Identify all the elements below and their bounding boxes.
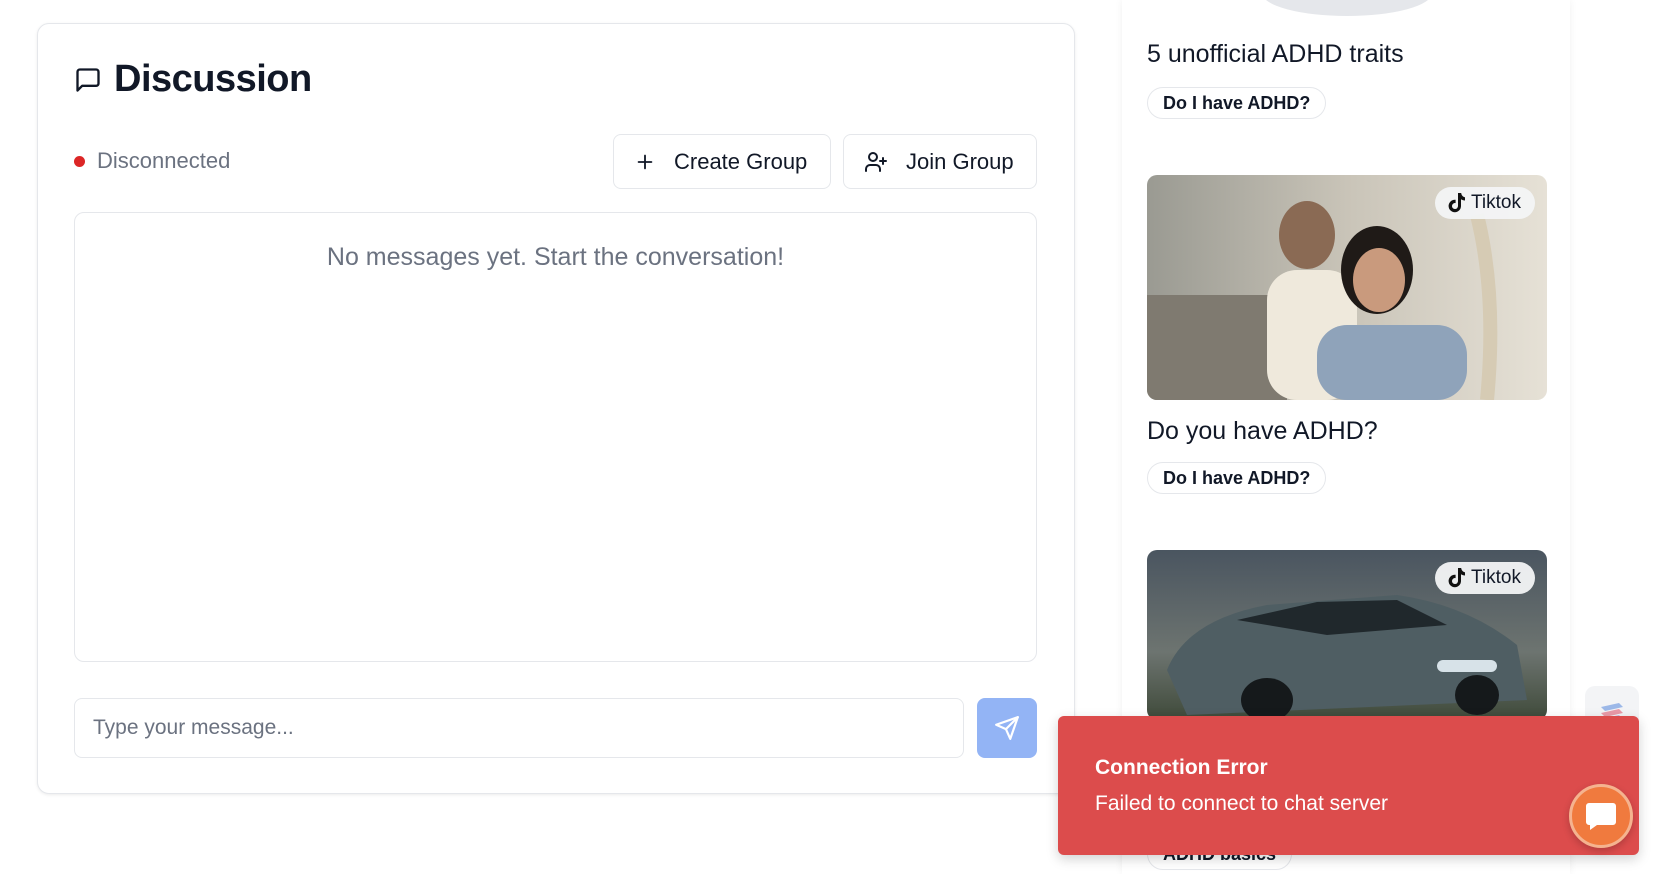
feed-item-tag[interactable]: Do I have ADHD? <box>1147 87 1327 119</box>
toast-title: Connection Error <box>1095 756 1268 779</box>
chat-launcher-button[interactable] <box>1569 784 1633 848</box>
join-group-label: Join Group <box>906 148 1014 174</box>
page-title: Discussion <box>114 58 312 100</box>
connection-status: Disconnected <box>74 148 230 174</box>
message-list[interactable]: No messages yet. Start the conversation! <box>74 212 1037 662</box>
plus-icon <box>637 154 653 169</box>
create-group-button[interactable]: Create Group <box>613 134 831 189</box>
feed-item-title[interactable]: 5 unofficial ADHD traits <box>1147 40 1404 69</box>
feed-item-thumbnail[interactable]: Tiktok <box>1147 550 1547 720</box>
toast-description: Failed to connect to chat server <box>1095 792 1388 815</box>
send-button[interactable] <box>977 698 1037 758</box>
source-label: Tiktok <box>1471 567 1521 588</box>
empty-state-text: No messages yet. Start the conversation! <box>326 243 785 271</box>
discussion-card: Discussion Disconnected Create Group Joi… <box>37 23 1075 794</box>
chat-bubble-icon <box>1586 803 1616 830</box>
message-square-icon <box>76 67 100 92</box>
message-input[interactable] <box>74 698 964 758</box>
feed-item-thumbnail[interactable] <box>1262 0 1432 16</box>
create-group-label: Create Group <box>674 148 808 174</box>
status-label: Disconnected <box>97 148 231 173</box>
feed-item-thumbnail[interactable]: Tiktok <box>1147 175 1547 400</box>
discussion-header: Discussion <box>74 58 312 101</box>
source-badge: Tiktok <box>1435 562 1535 594</box>
feed-item-title[interactable]: Do you have ADHD? <box>1147 417 1378 446</box>
source-label: Tiktok <box>1471 192 1521 213</box>
feed-item-tag[interactable]: Do I have ADHD? <box>1147 462 1327 494</box>
send-icon <box>995 716 1019 740</box>
tiktok-icon <box>1448 568 1466 588</box>
join-group-button[interactable]: Join Group <box>843 134 1037 189</box>
source-badge: Tiktok <box>1435 187 1535 219</box>
user-plus-icon <box>865 151 887 172</box>
error-toast[interactable]: Connection Error Failed to connect to ch… <box>1058 716 1639 855</box>
tiktok-icon <box>1448 193 1466 213</box>
status-dot <box>74 155 85 167</box>
